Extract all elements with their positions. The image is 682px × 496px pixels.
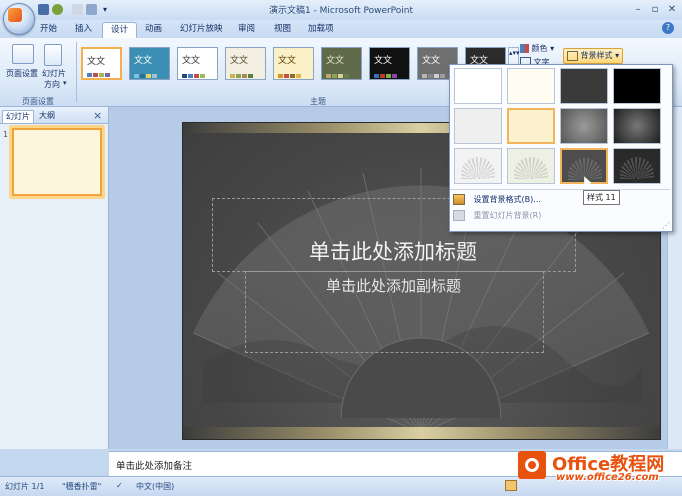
theme-thumbnail[interactable]: 文文 <box>177 47 218 80</box>
theme-thumbnail[interactable]: 文文 <box>129 47 170 80</box>
background-styles-button[interactable]: 背景样式 ▾ <box>563 48 624 64</box>
theme-color-dots <box>278 71 308 78</box>
background-style-swatch[interactable] <box>613 108 661 144</box>
background-styles-label: 背景样式 <box>580 51 613 60</box>
tab-slideshow[interactable]: 幻灯片放映 <box>172 22 231 37</box>
chevron-down-icon: ▾ <box>550 44 555 53</box>
background-style-swatch[interactable] <box>613 68 661 104</box>
slide-thumbnail[interactable] <box>12 128 102 196</box>
background-style-swatch[interactable] <box>454 68 502 104</box>
slide-orientation-button-line2[interactable]: 方向 <box>38 79 66 90</box>
reset-background-label: 重置幻灯片背景(R) <box>473 211 542 220</box>
theme-thumbnail-text: 文文 <box>278 56 297 66</box>
slide-counter: 幻灯片 1/1 <box>5 482 45 491</box>
background-style-swatch[interactable] <box>454 148 502 184</box>
window-title: 演示文稿1 - Microsoft PowerPoint <box>268 6 414 16</box>
tab-insert[interactable]: 插入 <box>67 22 100 37</box>
resize-grip-icon[interactable]: ⋰ <box>662 221 670 230</box>
close-icon[interactable]: × <box>93 109 102 122</box>
page-setup-button[interactable]: 页面设置 <box>4 68 40 79</box>
tab-animation[interactable]: 动画 <box>137 22 170 37</box>
chevron-down-icon: ▾ <box>63 79 67 87</box>
style-tooltip: 样式 11 <box>583 190 620 205</box>
close-button[interactable]: ✕ <box>664 3 680 16</box>
spellcheck-icon[interactable]: ✓ <box>116 481 123 490</box>
background-style-swatch[interactable] <box>454 108 502 144</box>
watermark-url: www.office26.com <box>556 472 659 483</box>
tab-addins[interactable]: 加载项 <box>300 22 342 37</box>
chevron-down-icon: ▾ <box>615 51 620 60</box>
tab-view[interactable]: 视图 <box>266 22 299 37</box>
office-logo-icon <box>8 8 22 22</box>
help-icon[interactable]: ? <box>662 22 674 34</box>
theme-thumbnail-text: 文文 <box>182 56 201 66</box>
tab-home[interactable]: 开始 <box>32 22 65 37</box>
background-style-swatch[interactable] <box>560 108 608 144</box>
theme-name: "穗香扑雷" <box>62 482 102 491</box>
theme-thumbnail[interactable]: 文文 <box>81 47 122 80</box>
title-placeholder-text: 单击此处添加标题 <box>309 240 477 264</box>
background-style-swatch[interactable] <box>613 148 661 184</box>
colors-label: 颜色 <box>531 44 548 53</box>
group-separator <box>76 42 77 102</box>
background-styles-icon <box>567 50 578 61</box>
view-normal-icon[interactable] <box>505 480 517 491</box>
background-style-swatch[interactable] <box>507 148 555 184</box>
theme-thumbnail-text: 文文 <box>230 56 249 66</box>
maximize-button[interactable]: ▫ <box>647 3 663 16</box>
watermark-logo-icon <box>525 458 539 472</box>
tab-outline[interactable]: 大纲 <box>36 110 58 122</box>
theme-thumbnail-text: 文文 <box>374 56 393 66</box>
theme-color-dots <box>422 71 452 78</box>
tab-slides[interactable]: 幻灯片 <box>2 110 34 123</box>
colors-icon <box>520 44 529 53</box>
theme-color-dots <box>182 71 212 78</box>
page-setup-group-label: 页面设置 <box>22 97 54 106</box>
slide-bottom-band <box>183 427 660 439</box>
background-style-swatch[interactable] <box>507 68 555 104</box>
theme-thumbnail-text: 文文 <box>134 56 153 66</box>
theme-color-dots <box>374 71 404 78</box>
fan-pattern-icon <box>620 157 654 179</box>
dropdown-separator <box>450 189 670 190</box>
fan-pattern-icon <box>461 157 495 179</box>
format-background-icon <box>453 194 465 205</box>
notes-placeholder: 单击此处添加备注 <box>116 461 193 472</box>
theme-color-dots <box>230 71 260 78</box>
theme-thumbnail[interactable]: 文文 <box>225 47 266 80</box>
background-style-swatch[interactable] <box>560 68 608 104</box>
theme-color-dots <box>326 71 356 78</box>
theme-thumbnail-text: 文文 <box>326 56 345 66</box>
language-indicator[interactable]: 中文(中国) <box>136 481 174 492</box>
theme-thumbnail[interactable]: 文文 <box>369 47 410 80</box>
colors-button[interactable]: 颜色 ▾ <box>520 43 554 54</box>
reset-background-icon <box>453 210 465 221</box>
minimize-button[interactable]: – <box>630 3 646 16</box>
theme-color-dots <box>134 71 164 78</box>
tab-design[interactable]: 设计 <box>102 22 138 38</box>
theme-color-dots <box>87 70 117 77</box>
slide-number: 1 <box>3 130 9 139</box>
theme-thumbnail[interactable]: 文文 <box>273 47 314 80</box>
reset-background-item: 重置幻灯片背景(R) <box>453 210 583 223</box>
theme-thumbnail[interactable]: 文文 <box>321 47 362 80</box>
theme-thumbnail-text: 文文 <box>422 56 441 66</box>
page-setup-icon[interactable] <box>12 44 34 64</box>
tab-review[interactable]: 审阅 <box>230 22 263 37</box>
format-background-label: 设置背景格式(B)... <box>473 195 541 204</box>
slide-orientation-icon[interactable] <box>44 44 62 66</box>
format-background-item[interactable]: 设置背景格式(B)... <box>453 194 583 207</box>
fan-pattern-icon <box>514 157 548 179</box>
theme-thumbnail-text: 文文 <box>87 57 106 67</box>
slide-orientation-button[interactable]: 幻灯片 <box>38 68 70 79</box>
background-style-swatch[interactable] <box>507 108 555 144</box>
subtitle-placeholder-text: 单击此处添加副标题 <box>325 277 461 295</box>
